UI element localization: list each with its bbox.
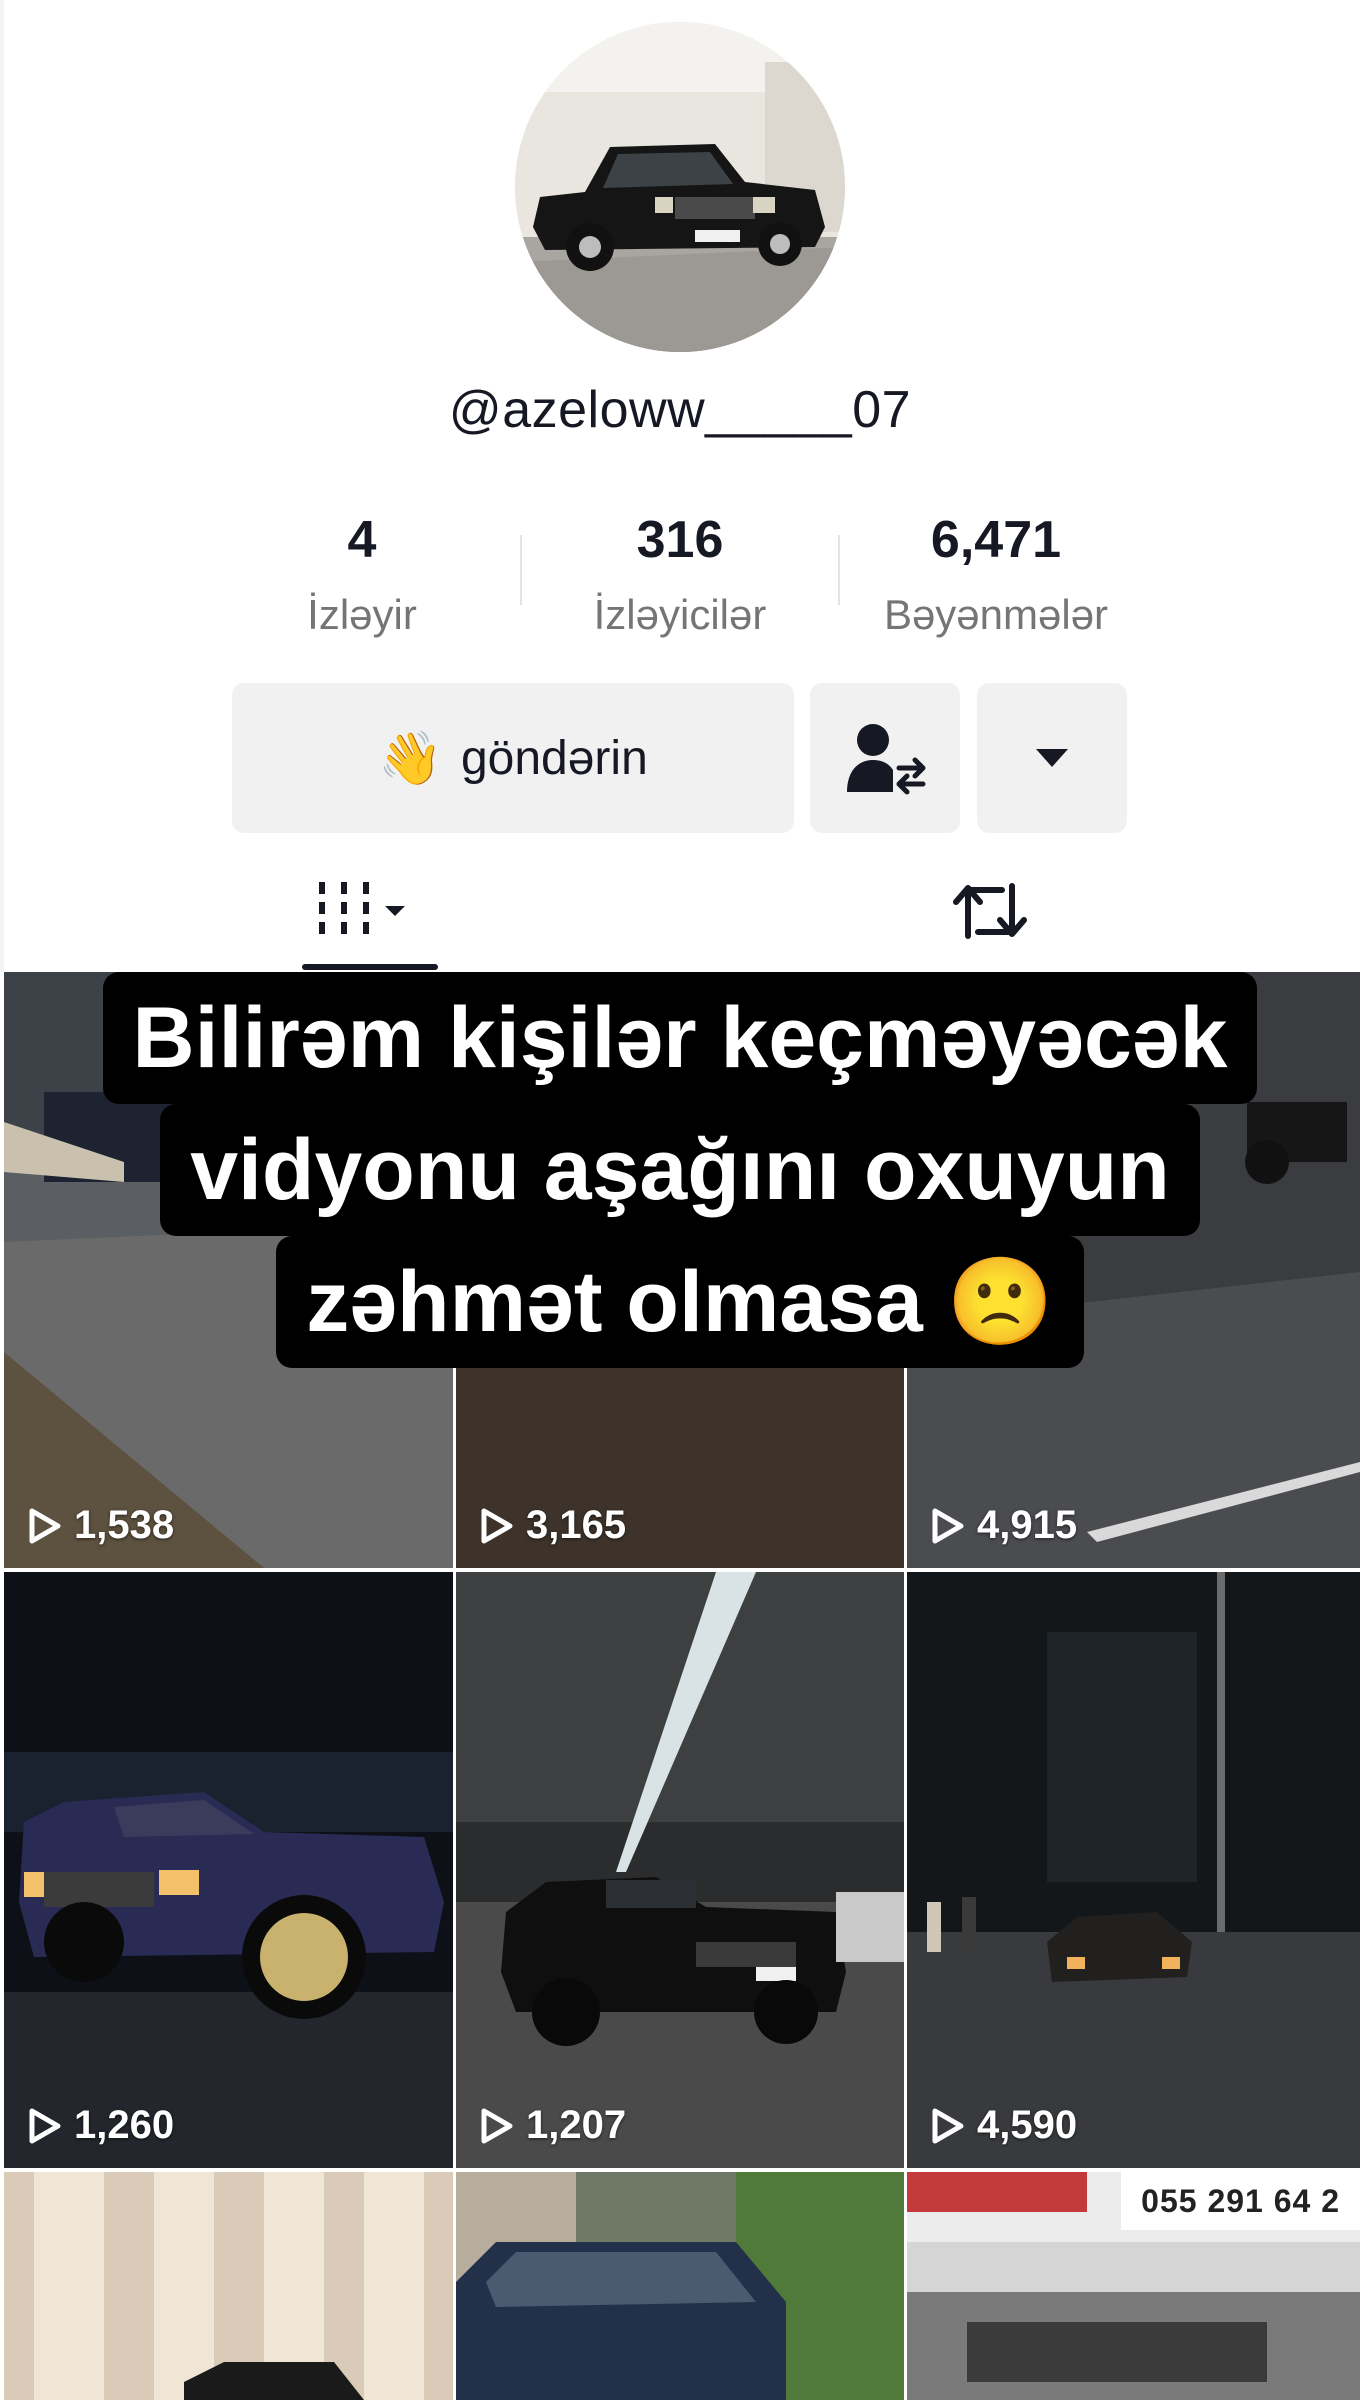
view-count: 1,260 bbox=[28, 2103, 174, 2148]
caption-line: zəhmət olmasa 🙁 bbox=[0, 1236, 1360, 1368]
view-count: 3,165 bbox=[480, 1503, 626, 1548]
play-icon bbox=[932, 2108, 964, 2143]
profile-stats: 4 İzləyir 316 İzləyicilər 6,471 Bəyənməl… bbox=[0, 500, 1360, 650]
view-count-value: 1,538 bbox=[74, 1503, 175, 1547]
caption-line: Bilirəm kişilər keçməyəcək bbox=[0, 972, 1360, 1104]
send-button-label: göndərin bbox=[460, 731, 648, 785]
play-icon bbox=[481, 2108, 513, 2143]
play-icon bbox=[29, 2108, 61, 2143]
view-count-value: 4,915 bbox=[977, 1503, 1078, 1547]
video-thumbnail[interactable]: 055 291 64 2 bbox=[907, 2172, 1360, 2400]
send-wave-button[interactable]: 👋 göndərin bbox=[232, 683, 794, 833]
video-grid-icon bbox=[319, 882, 405, 934]
dropdown-triangle-icon bbox=[1036, 749, 1068, 767]
caption-text: zəhmət olmasa 🙁 bbox=[276, 1236, 1084, 1368]
video-thumbnail[interactable] bbox=[456, 2172, 904, 2400]
video-still bbox=[456, 2172, 904, 2400]
wave-emoji: 👋 bbox=[378, 729, 443, 788]
video-thumbnail[interactable]: 4,590 bbox=[907, 1572, 1360, 2168]
profile-username: @azeloww_____07 bbox=[448, 381, 912, 439]
video-thumbnail[interactable]: 1,207 bbox=[456, 1572, 904, 2168]
add-friend-button[interactable] bbox=[810, 683, 960, 833]
view-count: 1,538 bbox=[28, 1503, 174, 1548]
followers-stat[interactable]: 316 İzləyicilər bbox=[530, 500, 830, 650]
likes-count: 6,471 bbox=[930, 511, 1062, 569]
active-tab-indicator bbox=[302, 964, 438, 970]
caption-text: Bilirəm kişilər keçməyəcək bbox=[102, 972, 1258, 1104]
video-still bbox=[907, 1572, 1360, 2168]
car-photo-avatar bbox=[515, 22, 845, 352]
view-count: 4,590 bbox=[931, 2103, 1077, 2148]
play-icon bbox=[932, 1508, 964, 1543]
tab-reposts[interactable] bbox=[920, 850, 1060, 972]
followers-label: İzləyicilər bbox=[593, 591, 767, 638]
profile-actions: 👋 göndərin bbox=[0, 683, 1360, 833]
add-friend-icon bbox=[847, 724, 926, 795]
video-still bbox=[4, 2172, 453, 2400]
video-thumbnail[interactable] bbox=[4, 2172, 453, 2400]
view-count: 4,915 bbox=[931, 1503, 1077, 1548]
play-icon bbox=[29, 1508, 61, 1543]
following-label: İzləyir bbox=[307, 591, 417, 638]
stat-divider bbox=[838, 535, 840, 605]
followers-count: 316 bbox=[636, 511, 724, 569]
caption-line: vidyonu aşağını oxuyun bbox=[0, 1104, 1360, 1236]
likes-stat[interactable]: 6,471 Bəyənmələr bbox=[846, 500, 1146, 650]
view-count-value: 4,590 bbox=[977, 2103, 1078, 2147]
caption-text: vidyonu aşağını oxuyun bbox=[160, 1104, 1200, 1236]
view-count: 1,207 bbox=[480, 2103, 626, 2148]
video-still bbox=[4, 1572, 453, 2168]
stat-divider bbox=[520, 535, 522, 605]
view-count-value: 3,165 bbox=[526, 1503, 627, 1547]
video-caption-overlay: Bilirəm kişilər keçməyəcək vidyonu aşağı… bbox=[0, 972, 1360, 1368]
following-count: 4 bbox=[347, 511, 377, 569]
tab-videos[interactable] bbox=[302, 850, 438, 972]
following-stat[interactable]: 4 İzləyir bbox=[212, 500, 512, 650]
video-thumbnail[interactable]: 1,260 bbox=[4, 1572, 453, 2168]
likes-label: Bəyənmələr bbox=[883, 591, 1109, 638]
view-count-value: 1,260 bbox=[74, 2103, 175, 2147]
repost-icon bbox=[953, 883, 1027, 939]
profile-tabs bbox=[0, 850, 1360, 972]
profile-avatar[interactable] bbox=[515, 22, 845, 352]
play-icon bbox=[481, 1508, 513, 1543]
view-count-value: 1,207 bbox=[526, 2103, 627, 2147]
video-still bbox=[456, 1572, 904, 2168]
phone-number-banner: 055 291 64 2 bbox=[1121, 2172, 1360, 2230]
more-options-button[interactable] bbox=[977, 683, 1127, 833]
